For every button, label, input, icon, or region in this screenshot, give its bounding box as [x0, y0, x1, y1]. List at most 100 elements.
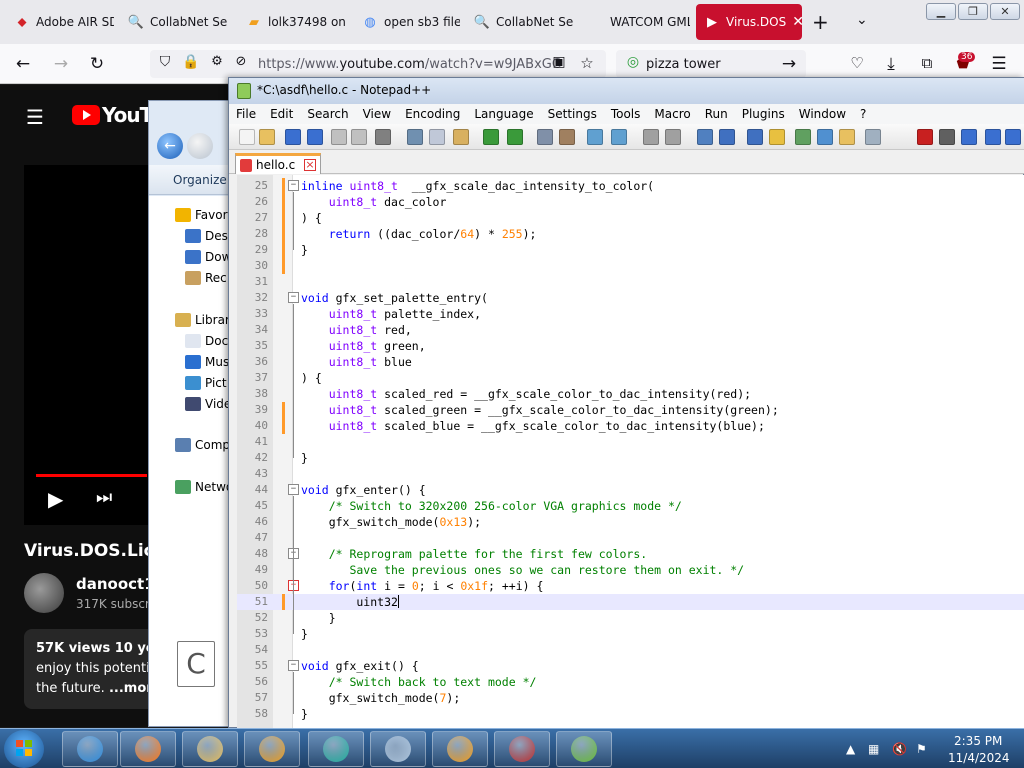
print-icon[interactable] [375, 129, 391, 145]
menu-item[interactable]: Settings [541, 107, 604, 121]
code-line[interactable]: 32 − void gfx_set_palette_entry( [237, 290, 1024, 306]
autoplay-blocked-icon[interactable]: ⊘ [230, 54, 252, 69]
minimize-button[interactable]: ▁ [926, 3, 956, 20]
back-arrow-icon[interactable]: ← [12, 54, 34, 74]
taskbar-button[interactable] [244, 731, 300, 767]
open-file-icon[interactable] [259, 129, 275, 145]
browser-tab[interactable]: ▶ Virus.DOS ✕ [696, 4, 802, 40]
code-line[interactable]: 45 /* Switch to 320x200 256-color VGA gr… [237, 498, 1024, 514]
taskbar-button[interactable] [494, 731, 550, 767]
word-wrap-icon[interactable] [697, 129, 713, 145]
forward-arrow-icon[interactable] [187, 133, 213, 159]
navigation-pane-item[interactable]: Rec [185, 269, 227, 287]
code-line[interactable]: 27) { [237, 210, 1024, 226]
fold-toggle-icon[interactable]: − [288, 292, 299, 303]
navigation-pane-item[interactable]: Netwo [175, 478, 233, 496]
code-line[interactable]: 30 [237, 258, 1024, 274]
app-menu-icon[interactable]: ☰ [988, 54, 1010, 74]
code-line[interactable]: 44 − void gfx_enter() { [237, 482, 1024, 498]
menu-item[interactable]: Run [698, 107, 735, 121]
play-icon[interactable]: ▶ [48, 487, 63, 511]
taskbar-button[interactable] [370, 731, 426, 767]
code-line[interactable]: 31 [237, 274, 1024, 290]
menu-item[interactable]: File [229, 107, 263, 121]
menu-item[interactable]: Encoding [398, 107, 467, 121]
menu-item[interactable]: Macro [647, 107, 697, 121]
navigation-pane-item[interactable]: Librar [175, 311, 230, 329]
code-line[interactable]: 40 uint8_t scaled_blue = __gfx_scale_col… [237, 418, 1024, 434]
fold-toggle-icon[interactable]: − [288, 660, 299, 671]
close-all-icon[interactable] [351, 129, 367, 145]
menu-item[interactable]: Edit [263, 107, 300, 121]
code-line[interactable]: 54 [237, 642, 1024, 658]
function-list-icon[interactable] [817, 129, 833, 145]
code-line[interactable]: 41 [237, 434, 1024, 450]
code-line[interactable]: 28 return ((dac_color/64) * 255); [237, 226, 1024, 242]
pocket-icon[interactable]: ♡ [846, 54, 868, 72]
undo-icon[interactable] [483, 129, 499, 145]
new-file-icon[interactable] [239, 129, 255, 145]
hamburger-menu-icon[interactable]: ☰ [26, 105, 44, 129]
navigation-pane-item[interactable]: Comp [175, 436, 230, 454]
indent-guide-icon[interactable] [747, 129, 763, 145]
code-line[interactable]: 33 uint8_t palette_index, [237, 306, 1024, 322]
lock-icon[interactable]: 🔒 [180, 54, 202, 70]
video-progress-bar[interactable] [36, 474, 147, 477]
navigation-pane-item[interactable]: Des [185, 227, 228, 245]
sync-horizontal-icon[interactable] [665, 129, 681, 145]
code-line[interactable]: 42} [237, 450, 1024, 466]
code-line[interactable]: 34 uint8_t red, [237, 322, 1024, 338]
browser-tab[interactable]: ⬥ Adobe AIR SD [6, 4, 114, 40]
save-icon[interactable] [285, 129, 301, 145]
show-hidden-icons-icon[interactable]: ▲ [846, 742, 855, 756]
taskbar-button[interactable] [308, 731, 364, 767]
stop-macro-icon[interactable] [939, 129, 955, 145]
close-tab-icon[interactable]: × [304, 159, 316, 171]
code-line[interactable]: 58} [237, 706, 1024, 722]
code-line[interactable]: 46 gfx_switch_mode(0x13); [237, 514, 1024, 530]
bookmark-star-icon[interactable]: ☆ [576, 54, 598, 72]
maximize-button[interactable]: ❐ [958, 3, 988, 20]
udl-icon[interactable] [769, 129, 785, 145]
organize-button[interactable]: Organize [173, 173, 227, 187]
record-macro-icon[interactable] [917, 129, 933, 145]
taskbar-button[interactable] [432, 731, 488, 767]
code-line[interactable]: 35 uint8_t green, [237, 338, 1024, 354]
code-line[interactable]: 39 uint8_t scaled_green = __gfx_scale_co… [237, 402, 1024, 418]
list-all-tabs-button[interactable]: ⌄ [856, 12, 868, 28]
close-window-button[interactable]: ✕ [990, 3, 1020, 20]
code-line[interactable]: 26 uint8_t dac_color [237, 194, 1024, 210]
code-line[interactable]: 49 Save the previous ones so we can rest… [237, 562, 1024, 578]
folder-workspace-icon[interactable] [839, 129, 855, 145]
network-icon[interactable]: ▦ [868, 742, 879, 756]
browser-tab[interactable]: 🔍 CollabNet Se [466, 4, 574, 40]
close-icon[interactable] [331, 129, 347, 145]
code-line[interactable]: 55 − void gfx_exit() { [237, 658, 1024, 674]
navigation-pane-item[interactable]: Doc [185, 332, 228, 350]
monitor-icon[interactable] [865, 129, 881, 145]
new-tab-button[interactable]: + [812, 10, 829, 34]
permissions-icon[interactable]: ⚙ [206, 54, 228, 69]
search-box[interactable]: ◎ pizza tower → [616, 50, 806, 78]
back-arrow-icon[interactable]: ← [157, 133, 183, 159]
browser-tab[interactable]: 🔍 CollabNet Se [120, 4, 232, 40]
navigation-pane-item[interactable]: Favori [175, 206, 231, 224]
extensions-icon[interactable]: ⧉ [916, 54, 938, 72]
menu-item[interactable]: View [356, 107, 398, 121]
code-editor[interactable]: 25− inline uint8_t __gfx_scale_dac_intens… [237, 175, 1024, 729]
save-macro-icon[interactable] [1005, 129, 1021, 145]
url-bar[interactable]: ⛉ 🔒 ⚙ ⊘ https://www.youtube.com/watch?v=… [150, 50, 606, 78]
navigation-pane-item[interactable]: Dow [185, 248, 231, 266]
browser-tab[interactable]: ▰ lolk37498 on [238, 4, 348, 40]
menu-item[interactable]: Window [792, 107, 853, 121]
code-line[interactable]: 48− /* Reprogram palette for the first f… [237, 546, 1024, 562]
code-line[interactable]: 43 [237, 466, 1024, 482]
code-line[interactable]: 37) { [237, 370, 1024, 386]
fold-toggle-icon[interactable]: − [288, 180, 299, 191]
code-line[interactable]: 47 [237, 530, 1024, 546]
close-tab-icon[interactable]: ✕ [792, 14, 802, 30]
volume-muted-icon[interactable]: 🔇 [892, 742, 907, 756]
forward-arrow-icon[interactable]: → [50, 54, 72, 74]
taskbar-button[interactable] [182, 731, 238, 767]
code-line[interactable]: 56 /* Switch back to text mode */ [237, 674, 1024, 690]
